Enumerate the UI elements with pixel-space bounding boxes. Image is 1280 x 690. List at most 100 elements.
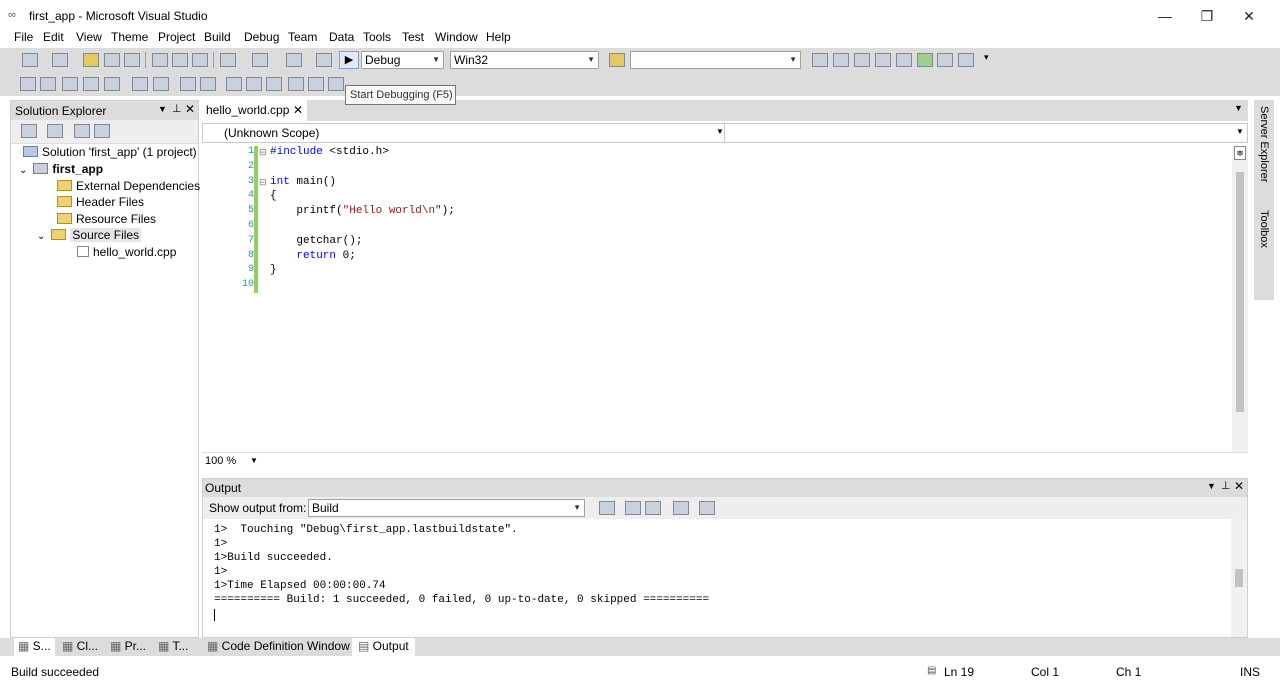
menu-file[interactable]: File: [8, 30, 39, 48]
close-icon[interactable]: ✕: [293, 100, 303, 120]
output-source-combo[interactable]: Build ▼: [308, 499, 585, 517]
window-layout-icon[interactable]: [958, 53, 974, 67]
redo-icon[interactable]: [252, 53, 268, 67]
chevron-down-icon[interactable]: ▼: [716, 127, 724, 136]
chevron-down-icon[interactable]: ⌄: [37, 231, 45, 242]
tree-item-source-files[interactable]: ⌄ Source Files: [37, 227, 142, 244]
tab-hello-world-cpp[interactable]: hello_world.cpp ✕: [202, 100, 307, 121]
chevron-down-icon[interactable]: ⌄: [19, 165, 27, 176]
restore-button[interactable]: ❐: [1192, 6, 1222, 26]
find-combo[interactable]: ▼: [630, 51, 801, 69]
properties-icon[interactable]: [21, 124, 37, 138]
tree-item-hello-world-cpp[interactable]: hello_world.cpp: [77, 244, 176, 261]
undo-icon[interactable]: [220, 53, 236, 67]
tab-output[interactable]: ▤ Output: [352, 638, 415, 656]
solution-explorer-icon[interactable]: [812, 53, 828, 67]
previous-bookmark-icon[interactable]: [246, 77, 262, 91]
command-window-icon[interactable]: [937, 53, 953, 67]
cut-icon[interactable]: [152, 53, 168, 67]
navigate-forward-icon[interactable]: [316, 53, 332, 67]
clear-bookmarks-icon[interactable]: [328, 77, 344, 91]
solution-platform-combo[interactable]: Win32 ▼: [450, 51, 599, 69]
start-page-icon[interactable]: [917, 53, 933, 67]
chevron-down-icon[interactable]: ▼: [158, 104, 167, 114]
toggle-word-wrap-icon[interactable]: [699, 501, 715, 515]
save-icon[interactable]: [104, 53, 120, 67]
toggle-bookmark-icon[interactable]: [226, 77, 242, 91]
scrollbar-thumb[interactable]: [1235, 569, 1243, 587]
next-message-icon[interactable]: [645, 501, 661, 515]
tree-item-external-dependencies[interactable]: External Dependencies: [57, 178, 200, 195]
menu-debug[interactable]: Debug: [238, 30, 285, 48]
toolbox-icon[interactable]: [875, 53, 891, 67]
chevron-down-icon[interactable]: ▼: [250, 456, 258, 465]
scrollbar-thumb[interactable]: [1236, 172, 1244, 412]
zoom-level[interactable]: 100 %: [205, 455, 236, 467]
tree-item-header-files[interactable]: Header Files: [57, 194, 144, 211]
tree-item-solution[interactable]: Solution 'first_app' (1 project): [23, 144, 197, 161]
clear-all-icon[interactable]: [673, 501, 689, 515]
menu-help[interactable]: Help: [480, 30, 517, 48]
solution-config-combo[interactable]: Debug ▼: [361, 51, 444, 69]
tab-team-explorer[interactable]: ▦ T...: [158, 638, 188, 656]
navigate-backward-icon[interactable]: [286, 53, 302, 67]
class-diagram-icon[interactable]: [94, 124, 110, 138]
display-object-member-list-icon[interactable]: [20, 77, 36, 91]
properties-icon[interactable]: [833, 53, 849, 67]
close-button[interactable]: ✕: [1234, 6, 1264, 26]
indent-icon[interactable]: [180, 77, 196, 91]
code-text-area[interactable]: #include <stdio.h> int main() { printf("…: [202, 146, 1232, 446]
close-icon[interactable]: ✕: [1234, 479, 1244, 493]
scope-dropdown[interactable]: (Unknown Scope): [224, 126, 724, 140]
quick-info-icon[interactable]: [62, 77, 78, 91]
add-item-icon[interactable]: [52, 53, 68, 67]
save-all-icon[interactable]: [124, 53, 140, 67]
uncomment-icon[interactable]: [153, 77, 169, 91]
tab-toolbox[interactable]: Toolbox: [1258, 210, 1270, 248]
menu-build[interactable]: Build: [198, 30, 237, 48]
open-file-icon[interactable]: [83, 53, 99, 67]
tab-server-explorer[interactable]: Server Explorer: [1258, 106, 1270, 182]
tab-solution-explorer[interactable]: ▦ S...: [14, 638, 55, 656]
close-icon[interactable]: ✕: [185, 102, 195, 116]
minimize-button[interactable]: —: [1150, 6, 1180, 26]
chevron-down-icon[interactable]: ▼: [1234, 103, 1243, 113]
outdent-icon[interactable]: [200, 77, 216, 91]
previous-bookmark-folder-icon[interactable]: [288, 77, 304, 91]
chevron-down-icon[interactable]: ▼: [1236, 127, 1244, 136]
menu-theme[interactable]: Theme: [105, 30, 154, 48]
output-text-area[interactable]: 1> Touching "Debug\first_app.lastbuildst…: [203, 519, 1231, 637]
next-bookmark-folder-icon[interactable]: [308, 77, 324, 91]
menu-tools[interactable]: Tools: [357, 30, 397, 48]
pin-icon[interactable]: ⊥: [172, 102, 182, 115]
new-project-icon[interactable]: [22, 53, 38, 67]
tab-code-definition-window[interactable]: ▦ Code Definition Window: [207, 638, 350, 656]
vertical-scrollbar[interactable]: ≑: [1232, 146, 1248, 456]
previous-message-icon[interactable]: [625, 501, 641, 515]
word-completion-icon[interactable]: [83, 77, 99, 91]
split-icon[interactable]: ≑: [1234, 146, 1246, 160]
chevron-down-icon[interactable]: ▼: [1207, 481, 1216, 491]
menu-project[interactable]: Project: [152, 30, 201, 48]
refresh-icon[interactable]: [74, 124, 90, 138]
output-vertical-scrollbar[interactable]: [1231, 519, 1247, 637]
decrease-indent-icon[interactable]: [104, 77, 120, 91]
menu-window[interactable]: Window: [429, 30, 484, 48]
menu-data[interactable]: Data: [323, 30, 360, 48]
menu-edit[interactable]: Edit: [37, 30, 70, 48]
find-in-files-icon[interactable]: [609, 53, 625, 67]
toolbar-options-icon[interactable]: ▾: [984, 52, 989, 63]
find-message-icon[interactable]: [599, 501, 615, 515]
object-browser-icon[interactable]: [854, 53, 870, 67]
show-all-files-icon[interactable]: [47, 124, 63, 138]
start-debugging-icon[interactable]: ▶: [339, 51, 359, 69]
tab-class-view[interactable]: ▦ Cl...: [62, 638, 98, 656]
extension-icon[interactable]: [896, 53, 912, 67]
tree-item-project[interactable]: ⌄ first_app: [19, 161, 103, 178]
next-bookmark-icon[interactable]: [266, 77, 282, 91]
parameter-info-icon[interactable]: [40, 77, 56, 91]
pin-icon[interactable]: ⊥: [1221, 479, 1231, 492]
tree-item-resource-files[interactable]: Resource Files: [57, 211, 156, 228]
comment-out-icon[interactable]: [132, 77, 148, 91]
menu-view[interactable]: View: [70, 30, 108, 48]
